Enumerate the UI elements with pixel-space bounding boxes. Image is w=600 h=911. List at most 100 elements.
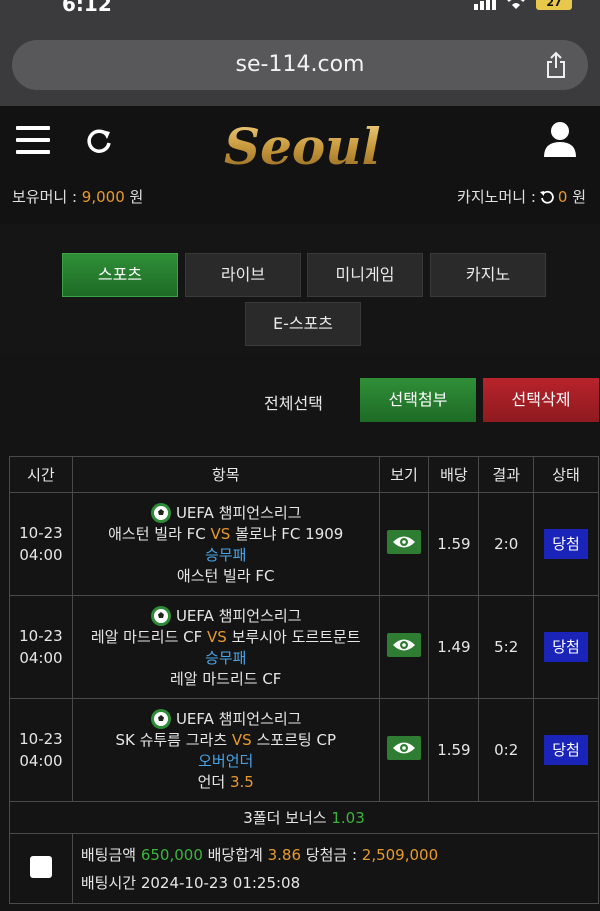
tab-esports[interactable]: E-스포츠 bbox=[245, 302, 361, 346]
money-balance: 보유머니 : 9,000 원 bbox=[12, 186, 143, 207]
status-badge: 당첨 bbox=[544, 735, 589, 765]
status-bar: 6:12 27 bbox=[0, 0, 600, 18]
browser-bar: se-114.com bbox=[0, 18, 600, 106]
cell-item: UEFA 챔피언스리그 레알 마드리드 CF VS 보루시아 도르트문트 승무패… bbox=[71, 595, 380, 699]
table-row: 10-23 04:00 UEFA 챔피언스리그 레알 마드리드 CF VS 보루시… bbox=[9, 595, 599, 699]
row-date: 10-23 bbox=[19, 524, 63, 542]
cell-odds: 1.59 bbox=[428, 492, 480, 596]
cell-status: 당첨 bbox=[533, 698, 599, 802]
tab-minigame[interactable]: 미니게임 bbox=[307, 253, 423, 297]
casino-value: 0 bbox=[557, 188, 568, 206]
url-field[interactable]: se-114.com bbox=[12, 40, 588, 90]
url-text: se-114.com bbox=[235, 52, 365, 77]
money-unit: 원 bbox=[124, 188, 144, 206]
cell-view bbox=[378, 595, 430, 699]
view-button[interactable] bbox=[387, 736, 422, 760]
delete-selected-button[interactable]: 선택삭제 bbox=[483, 378, 599, 422]
vs-label: VS bbox=[210, 524, 231, 543]
soccer-ball-icon bbox=[150, 605, 171, 626]
folder-bonus-label: 3폴더 보너스 bbox=[243, 809, 332, 827]
folder-bonus-row: 3폴더 보너스 1.03 bbox=[9, 801, 599, 834]
tab-casino[interactable]: 카지노 bbox=[430, 253, 546, 297]
match-line: 애스턴 빌라 FC VS 볼로냐 FC 1909 bbox=[73, 524, 379, 545]
odds-total: 3.86 bbox=[267, 845, 302, 864]
cell-status: 당첨 bbox=[533, 492, 599, 596]
vs-label: VS bbox=[207, 627, 227, 646]
home-team: 레알 마드리드 CF bbox=[90, 627, 203, 646]
league-name: UEFA 챔피언스리그 bbox=[175, 503, 302, 522]
share-icon[interactable] bbox=[544, 51, 568, 79]
cell-item: UEFA 챔피언스리그 애스턴 빌라 FC VS 볼로냐 FC 1909 승무패… bbox=[71, 492, 380, 596]
league-line: UEFA 챔피언스리그 bbox=[73, 708, 379, 730]
menu-icon[interactable] bbox=[16, 126, 50, 156]
money-value: 9,000 bbox=[81, 188, 125, 206]
view-button[interactable] bbox=[387, 530, 422, 554]
money-label: 보유머니 : bbox=[12, 188, 82, 206]
cell-view bbox=[378, 492, 430, 596]
league-line: UEFA 챔피언스리그 bbox=[73, 605, 379, 627]
cell-time: 10-23 04:00 bbox=[9, 492, 73, 596]
col-header-odds: 배당 bbox=[428, 456, 480, 493]
league-name: UEFA 챔피언스리그 bbox=[175, 606, 302, 625]
col-header-view: 보기 bbox=[378, 456, 430, 493]
market-type: 승무패 bbox=[205, 545, 247, 564]
away-team: 스포르팅 CP bbox=[256, 730, 337, 749]
soccer-ball-icon bbox=[150, 708, 171, 729]
category-tabs: 스포츠 라이브 미니게임 카지노 E-스포츠 bbox=[0, 224, 600, 354]
cell-result: 2:0 bbox=[478, 492, 535, 596]
bet-table: 시간 항목 보기 배당 결과 상태 10-23 04:00 UEFA 챔피언스리그… bbox=[9, 456, 600, 904]
table-row: 10-23 04:00 UEFA 챔피언스리그 애스턴 빌라 FC VS 볼로냐 … bbox=[9, 492, 599, 596]
col-header-status: 상태 bbox=[533, 456, 599, 493]
cell-odds: 1.49 bbox=[428, 595, 480, 699]
summary-row: 배팅금액 650,000 배당합계 3.86 당첨금 : 2,509,000 배… bbox=[9, 833, 600, 904]
bet-amount: 650,000 bbox=[140, 845, 203, 864]
cell-result: 5:2 bbox=[478, 595, 535, 699]
eye-icon bbox=[393, 742, 416, 754]
summary-time: 배팅시간 2024-10-23 01:25:08 bbox=[81, 869, 598, 897]
market-type: 오버언더 bbox=[198, 751, 254, 770]
tab-sports[interactable]: 스포츠 bbox=[62, 253, 178, 297]
signal-icon bbox=[474, 0, 496, 10]
league-name: UEFA 챔피언스리그 bbox=[175, 709, 302, 728]
cell-status: 당첨 bbox=[533, 595, 599, 699]
status-badge: 당첨 bbox=[544, 632, 589, 662]
cell-result: 0:2 bbox=[478, 698, 535, 802]
summary-amounts: 배팅금액 650,000 배당합계 3.86 당첨금 : 2,509,000 bbox=[81, 841, 598, 869]
row-time: 04:00 bbox=[19, 649, 63, 667]
market-type: 승무패 bbox=[205, 648, 247, 667]
attach-selected-button[interactable]: 선택첨부 bbox=[360, 378, 476, 422]
bet-checkbox[interactable] bbox=[29, 855, 52, 878]
away-team: 볼로냐 FC 1909 bbox=[235, 524, 344, 543]
league-line: UEFA 챔피언스리그 bbox=[73, 502, 379, 524]
row-time: 04:00 bbox=[19, 546, 63, 564]
pick-line: 애스턴 빌라 FC bbox=[73, 566, 379, 587]
eye-icon bbox=[393, 639, 416, 651]
col-header-time: 시간 bbox=[9, 456, 73, 493]
cell-item: UEFA 챔피언스리그 SK 슈투름 그라츠 VS 스포르팅 CP 오버언더 언… bbox=[71, 698, 380, 802]
wifi-icon bbox=[507, 0, 525, 9]
reload-icon[interactable] bbox=[539, 190, 554, 204]
win-amount: 2,509,000 bbox=[361, 845, 439, 864]
eye-icon bbox=[393, 536, 416, 548]
bet-time: 2024-10-23 01:25:08 bbox=[140, 873, 301, 892]
bet-time-label: 배팅시간 bbox=[80, 873, 141, 892]
tab-live[interactable]: 라이브 bbox=[185, 253, 301, 297]
cell-time: 10-23 04:00 bbox=[9, 698, 73, 802]
home-team: SK 슈투름 그라츠 bbox=[115, 730, 228, 749]
select-all-button[interactable]: 전체선택 bbox=[264, 390, 323, 414]
odds-total-label: 배당합계 bbox=[202, 845, 268, 864]
bet-amount-label: 배팅금액 bbox=[80, 845, 141, 864]
status-badge: 당첨 bbox=[544, 529, 589, 559]
row-time: 04:00 bbox=[19, 752, 63, 770]
summary-cell: 배팅금액 650,000 배당합계 3.86 당첨금 : 2,509,000 배… bbox=[71, 833, 600, 904]
view-button[interactable] bbox=[387, 633, 422, 657]
pick-name: 언더 bbox=[197, 772, 230, 791]
win-label: 당첨금 : bbox=[301, 845, 362, 864]
user-icon[interactable] bbox=[542, 120, 578, 158]
pick-line: 레알 마드리드 CF bbox=[73, 669, 379, 690]
seoul-logo[interactable]: Seoul bbox=[220, 112, 390, 182]
col-header-result: 결과 bbox=[478, 456, 535, 493]
pick-line: 언더 3.5 bbox=[73, 772, 379, 793]
casino-label: 카지노머니 : bbox=[457, 188, 536, 206]
refresh-icon[interactable] bbox=[84, 126, 114, 156]
